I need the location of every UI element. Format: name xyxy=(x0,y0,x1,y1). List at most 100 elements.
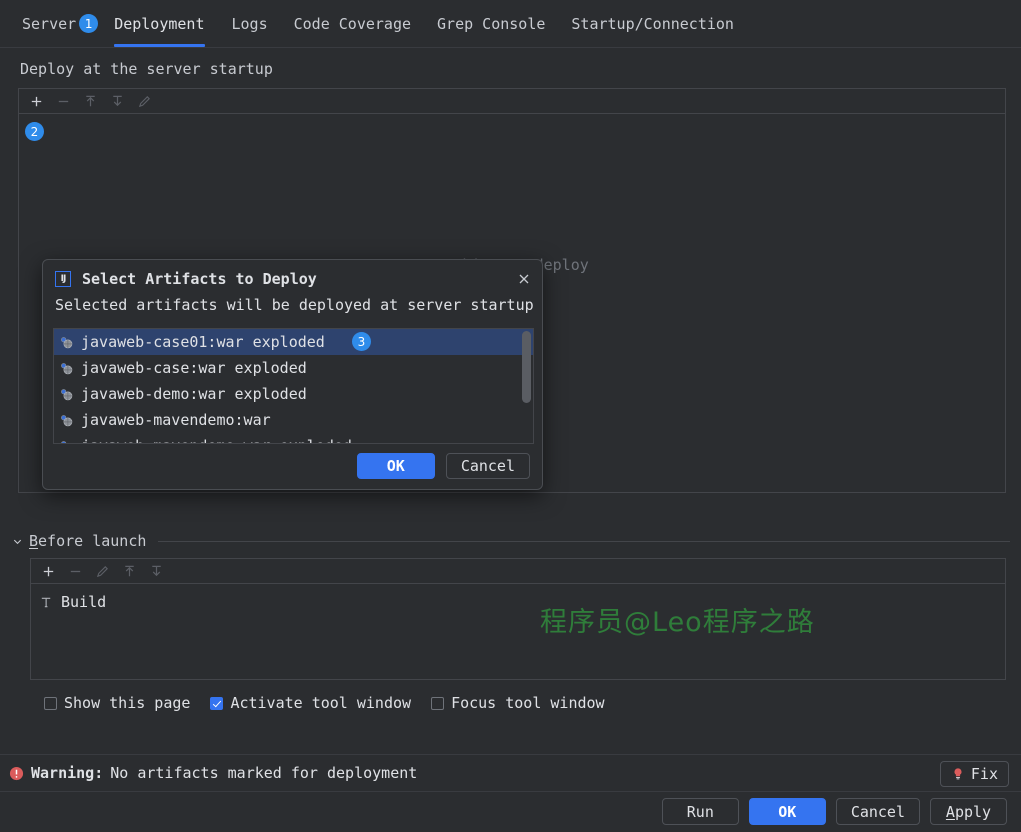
watermark-text: 程序员@Leo程序之路 xyxy=(540,607,815,638)
checkbox-label: Activate tool window xyxy=(230,694,412,712)
move-up-button[interactable] xyxy=(117,560,142,582)
dialog-ok-button[interactable]: OK xyxy=(356,453,435,479)
checkbox-show-this-page[interactable]: Show this page xyxy=(44,694,190,712)
dialog-title-bar: IJ Select Artifacts to Deploy xyxy=(43,260,542,298)
list-item-label: Build xyxy=(61,593,107,611)
plus-icon xyxy=(31,96,42,106)
fix-button[interactable]: Fix xyxy=(939,761,1009,787)
arrow-down-icon xyxy=(113,95,122,106)
tab-bar: Server 1 Deployment Logs Code Coverage G… xyxy=(0,0,1021,48)
checkbox-label: Show this page xyxy=(64,694,191,712)
tab-startup-connection[interactable]: Startup/Connection xyxy=(558,0,747,47)
tab-code-coverage[interactable]: Code Coverage xyxy=(281,0,424,47)
list-item-label: javaweb-demo:war exploded xyxy=(81,385,307,403)
list-item[interactable]: javaweb-mavendemo:war exploded xyxy=(54,433,533,443)
deployment-toolbar xyxy=(19,89,1005,114)
scrollbar-thumb[interactable] xyxy=(522,331,531,403)
checkbox-box[interactable] xyxy=(431,696,445,710)
tab-logs[interactable]: Logs xyxy=(219,0,281,47)
artifact-icon xyxy=(61,388,73,400)
apply-label-rest: pply xyxy=(954,802,992,821)
apply-button[interactable]: Apply xyxy=(930,798,1007,825)
dialog-button-row: OK Cancel xyxy=(356,453,530,479)
tab-code-coverage-label: Code Coverage xyxy=(293,14,412,33)
warning-label: Warning: xyxy=(31,764,104,782)
before-launch-header[interactable]: Before launch xyxy=(12,532,1010,550)
hammer-icon xyxy=(41,597,51,607)
tab-server-label: Server xyxy=(22,14,77,33)
add-button[interactable] xyxy=(24,90,49,112)
run-button[interactable]: Run xyxy=(661,798,739,825)
before-launch-title-rest: efore launch xyxy=(38,532,147,550)
chevron-down-icon[interactable] xyxy=(12,536,23,547)
ok-button[interactable]: OK xyxy=(748,798,826,825)
list-item[interactable]: javaweb-mavendemo:war xyxy=(54,407,533,433)
list-item-label: javaweb-mavendemo:war xyxy=(81,411,271,429)
minus-icon xyxy=(70,570,81,572)
close-icon[interactable] xyxy=(516,271,532,287)
arrow-up-icon xyxy=(86,95,95,106)
list-item-label: javaweb-mavendemo:war exploded xyxy=(81,437,352,443)
artifact-icon xyxy=(61,362,73,374)
options-row: Show this page Activate tool window Focu… xyxy=(44,694,605,712)
before-launch-divider xyxy=(158,540,1010,542)
before-launch-toolbar xyxy=(31,559,1005,584)
footer-button-row: Run OK Cancel Apply xyxy=(661,798,1007,825)
checkbox-activate-tool-window[interactable]: Activate tool window xyxy=(210,694,411,712)
list-item[interactable]: javaweb-demo:war exploded xyxy=(54,381,533,407)
deploy-section-title: Deploy at the server startup xyxy=(20,60,273,78)
artifact-list[interactable]: javaweb-case01:war exploded 3 javaweb-ca… xyxy=(53,328,534,444)
fix-button-label: Fix xyxy=(970,765,998,783)
move-down-button[interactable] xyxy=(144,560,169,582)
artifact-list-scrollbar[interactable] xyxy=(522,331,531,433)
before-launch-panel: Build xyxy=(30,558,1006,680)
tab-logs-label: Logs xyxy=(231,14,268,33)
edit-button[interactable] xyxy=(132,90,157,112)
list-item[interactable]: javaweb-case01:war exploded 3 xyxy=(54,329,533,355)
step-badge-2: 2 xyxy=(25,122,44,141)
add-button[interactable] xyxy=(36,560,61,582)
move-down-button[interactable] xyxy=(105,90,130,112)
run-debug-configurations-dialog: Server 1 Deployment Logs Code Coverage G… xyxy=(0,0,1021,832)
tab-grep-console[interactable]: Grep Console xyxy=(424,0,558,47)
tab-server[interactable]: Server 1 xyxy=(0,0,114,47)
before-launch-list[interactable]: Build xyxy=(31,584,1005,679)
list-item[interactable]: javaweb-case:war exploded xyxy=(54,355,533,381)
artifact-icon xyxy=(61,336,73,348)
apply-mnemonic: A xyxy=(945,802,955,821)
arrow-up-icon xyxy=(125,565,134,576)
dialog-cancel-button[interactable]: Cancel xyxy=(445,453,530,479)
checkbox-box[interactable] xyxy=(210,696,224,710)
move-up-button[interactable] xyxy=(78,90,103,112)
plus-icon xyxy=(43,566,54,576)
cancel-button[interactable]: Cancel xyxy=(835,798,920,825)
checkbox-label: Focus tool window xyxy=(451,694,605,712)
list-item-label: javaweb-case01:war exploded xyxy=(81,333,325,351)
before-launch-mnemonic: B xyxy=(29,532,39,550)
tab-startup-connection-label: Startup/Connection xyxy=(571,14,734,33)
tab-grep-console-label: Grep Console xyxy=(437,14,546,33)
dialog-subtitle: Selected artifacts will be deployed at s… xyxy=(55,296,534,314)
remove-button[interactable] xyxy=(51,90,76,112)
pencil-icon xyxy=(138,95,150,107)
list-item[interactable]: Build xyxy=(39,593,106,611)
checkbox-box[interactable] xyxy=(44,696,57,710)
step-badge-3: 3 xyxy=(352,332,371,351)
error-icon xyxy=(9,766,24,780)
minus-icon xyxy=(58,100,69,102)
tab-deployment[interactable]: Deployment xyxy=(114,0,218,47)
edit-button[interactable] xyxy=(90,560,115,582)
intellij-idea-icon: IJ xyxy=(55,271,71,287)
artifact-icon xyxy=(61,440,67,443)
dialog-title: Select Artifacts to Deploy xyxy=(82,270,317,288)
pencil-icon xyxy=(96,565,108,577)
warning-bar: Warning: No artifacts marked for deploym… xyxy=(0,754,1021,792)
remove-button[interactable] xyxy=(63,560,88,582)
step-badge-1: 1 xyxy=(79,14,99,33)
before-launch-title: Before launch xyxy=(29,532,146,550)
checkbox-focus-tool-window[interactable]: Focus tool window xyxy=(431,694,605,712)
list-item-label: javaweb-case:war exploded xyxy=(81,359,307,377)
warning-text: No artifacts marked for deployment xyxy=(110,764,418,782)
arrow-down-icon xyxy=(152,565,161,576)
lightbulb-icon xyxy=(954,768,962,780)
